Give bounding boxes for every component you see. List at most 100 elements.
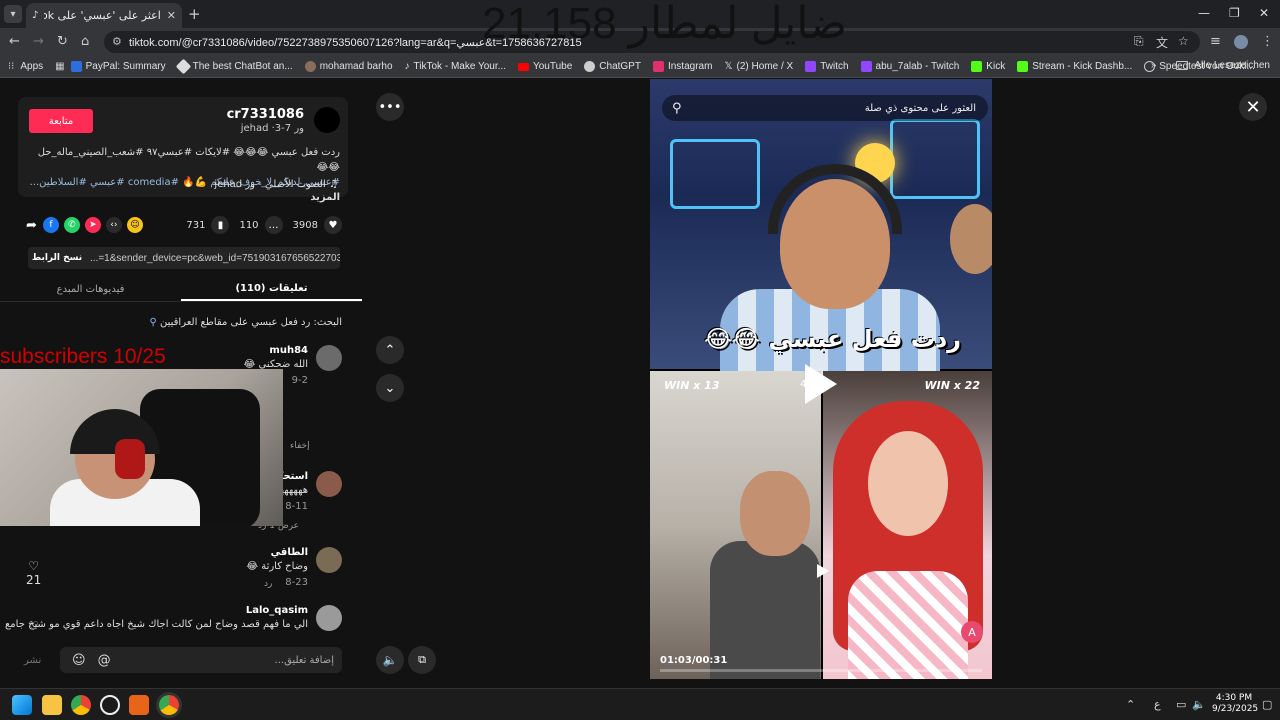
bookmark-youtube[interactable]: YouTube: [517, 61, 572, 72]
media-controls-icon[interactable]: ≡: [1210, 34, 1221, 49]
chrome-active-icon[interactable]: [159, 695, 179, 715]
video-progress-bar[interactable]: [660, 669, 982, 672]
profile-avatar-icon[interactable]: [1234, 35, 1248, 49]
home-icon[interactable]: ⌂: [81, 34, 89, 49]
keyboard-language[interactable]: ع: [1154, 698, 1161, 711]
tab-close-icon[interactable]: ✕: [167, 9, 176, 22]
comment-search-hint[interactable]: البحث: رد فعل عبسي على مقاطع العراقيين ⚲: [149, 317, 342, 328]
author-avatar[interactable]: [314, 107, 340, 133]
commenter-avatar[interactable]: [316, 471, 342, 497]
comment-icon[interactable]: …: [264, 216, 283, 234]
bookmark-kick[interactable]: Kick: [971, 61, 1005, 72]
hide-replies-link[interactable]: إخفاء: [290, 441, 310, 451]
bookmark-twitch[interactable]: Twitch: [805, 61, 849, 72]
close-window-button[interactable]: ✕: [1259, 6, 1269, 20]
more-link[interactable]: المزيد: [310, 192, 340, 203]
avatar-icon: [304, 61, 316, 72]
bookmark-x[interactable]: 𝕏 (2) Home / X: [724, 61, 793, 72]
bookmark-tiktok[interactable]: ♪ TikTok - Make Your...: [405, 61, 506, 72]
tab-creator-videos[interactable]: فيديوهات المبدع: [0, 277, 181, 301]
tiktok-page: متابعة cr7331086 jehad ·ور 7-3 ردت فعل ع…: [0, 79, 1280, 688]
video-player[interactable]: ⚲ العثور على محتوى ذي صلة ردت فعل عبسي 😂…: [650, 79, 992, 679]
file-explorer-icon[interactable]: [42, 695, 62, 715]
taskbar-clock[interactable]: 4:30 PM 9/23/2025: [1212, 693, 1258, 715]
next-video-icon[interactable]: ⌄: [376, 374, 404, 402]
maximize-button[interactable]: ❐: [1229, 6, 1240, 20]
instagram-icon: [652, 61, 664, 72]
small-play-icon: [817, 564, 829, 578]
tab-groups-icon[interactable]: ▦: [55, 61, 64, 72]
follow-button[interactable]: متابعة: [29, 109, 93, 133]
notifications-icon[interactable]: ▢: [1262, 698, 1272, 711]
all-bookmarks-link[interactable]: Alle Lesezeichen: [1194, 60, 1270, 71]
app-icon[interactable]: [129, 695, 149, 715]
bookmark-chatgpt[interactable]: ChatGPT: [584, 61, 641, 72]
commenter-avatar[interactable]: [316, 345, 342, 371]
video-person-2-head: [950, 204, 992, 274]
back-icon[interactable]: ←: [9, 34, 20, 49]
browser-tab[interactable]: ♪ اعثر على 'عبسي' على TikTok | بحـ ✕: [26, 3, 182, 28]
heart-icon[interactable]: ♥: [324, 216, 342, 234]
comment-input[interactable]: ☺ @ إضافة تعليق...: [60, 647, 342, 673]
play-icon[interactable]: [805, 364, 837, 404]
heart-outline-icon[interactable]: ♡: [26, 559, 41, 573]
volume-icon[interactable]: 🔈: [376, 646, 404, 674]
heart-outline-icon[interactable]: ♡: [28, 619, 39, 633]
bookmark-instagram[interactable]: Instagram: [652, 61, 712, 72]
commenter-name[interactable]: الطاقي: [271, 547, 308, 558]
video-search-bar[interactable]: ⚲ العثور على محتوى ذي صلة: [662, 95, 988, 121]
bookmark-star-icon[interactable]: ☆: [1178, 34, 1189, 48]
music-note-icon: ♫: [325, 179, 338, 190]
emoji-icon[interactable]: ☺: [72, 653, 86, 668]
previous-video-icon[interactable]: ⌃: [376, 336, 404, 364]
tab-comments[interactable]: (110) تعليقات: [181, 277, 362, 301]
bookmark-mohamad[interactable]: mohamad barho: [304, 61, 393, 72]
reply-link[interactable]: رد: [264, 579, 272, 589]
tab-search-button[interactable]: ▾: [4, 5, 22, 23]
bookmark-chatbot[interactable]: The best ChatBot an...: [175, 58, 293, 75]
share-arrow-icon[interactable]: ➦: [26, 218, 37, 233]
author-username[interactable]: cr7331086: [227, 107, 304, 122]
commenter-name[interactable]: muh84: [269, 345, 308, 356]
comment-like-count: 21: [26, 573, 42, 587]
apps-grid-icon: ⁝⁝: [8, 61, 15, 72]
telegram-share-icon[interactable]: ➤: [84, 217, 101, 233]
tray-chevron-icon[interactable]: ⌃: [1126, 698, 1135, 711]
embed-code-icon[interactable]: ‹›: [105, 217, 122, 233]
comment-like[interactable]: ♡ 21: [26, 559, 41, 587]
commenter-avatar[interactable]: [316, 605, 342, 631]
chatgpt-icon: [584, 61, 596, 72]
emoji-share-icon[interactable]: ☺: [126, 217, 143, 233]
install-app-icon[interactable]: ⎘: [1134, 34, 1144, 49]
site-info-icon[interactable]: ⚙: [112, 35, 122, 48]
whatsapp-share-icon[interactable]: ✆: [63, 217, 80, 233]
bookmark-paypal[interactable]: PayPal: Summary: [70, 61, 166, 72]
translate-icon[interactable]: 文: [1156, 34, 1168, 51]
commenter-name[interactable]: Lalo_qasim: [246, 605, 308, 616]
network-icon[interactable]: ▭: [1176, 698, 1186, 711]
chrome-icon[interactable]: [71, 695, 91, 715]
menu-kebab-icon[interactable]: ⋮: [1261, 34, 1274, 49]
new-tab-button[interactable]: +: [188, 5, 201, 23]
bookmark-kick-dashboard[interactable]: Stream - Kick Dashb...: [1017, 61, 1132, 72]
copy-link-button[interactable]: نسخ الرابط: [28, 247, 86, 269]
close-video-button[interactable]: ✕: [1239, 93, 1267, 121]
forward-icon[interactable]: →: [33, 34, 44, 49]
obs-icon[interactable]: [100, 695, 120, 715]
windows-start-icon[interactable]: [12, 695, 32, 715]
commenter-avatar[interactable]: [316, 547, 342, 573]
reload-icon[interactable]: ↻: [57, 34, 68, 49]
minimize-button[interactable]: —: [1198, 6, 1210, 20]
bookmark-icon[interactable]: ▮: [211, 216, 230, 234]
bookmark-apps[interactable]: Apps: [20, 61, 43, 72]
more-bookmarks-icon[interactable]: »: [1151, 60, 1157, 71]
comment-item: الطاقي وضاح كارثة 😂 8-23: [42, 547, 342, 588]
picture-in-picture-icon[interactable]: ⧉: [408, 646, 436, 674]
volume-tray-icon[interactable]: 🔈: [1192, 698, 1206, 711]
post-comment-button[interactable]: نشر: [24, 655, 41, 666]
more-options-icon[interactable]: •••: [376, 93, 404, 121]
sound-link[interactable]: ♫ الصوت الأصلي - ور jehad: [214, 179, 338, 190]
bookmark-abu7alab[interactable]: abu_7alab - Twitch: [860, 61, 959, 72]
mention-icon[interactable]: @: [98, 653, 111, 668]
facebook-share-icon[interactable]: f: [42, 217, 59, 233]
